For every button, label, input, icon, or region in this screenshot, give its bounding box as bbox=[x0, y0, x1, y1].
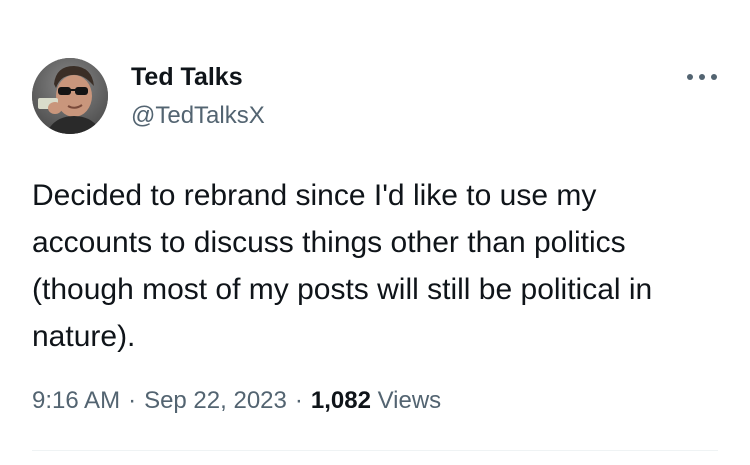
views-count: 1,082 bbox=[310, 387, 371, 414]
more-options-button[interactable] bbox=[682, 62, 722, 92]
profile-photo-icon bbox=[32, 58, 108, 134]
author-avatar[interactable] bbox=[32, 58, 108, 134]
author-display-name[interactable]: Ted Talks bbox=[131, 62, 243, 92]
more-horizontal-icon bbox=[687, 74, 717, 80]
meta-separator: · bbox=[294, 387, 303, 414]
divider bbox=[32, 450, 718, 451]
views-label: Views bbox=[377, 387, 442, 414]
tweet-metadata: 9:16 AM · Sep 22, 2023 · 1,082 Views bbox=[32, 384, 441, 418]
author-handle[interactable]: @TedTalksX bbox=[131, 102, 265, 130]
tweet-time[interactable]: 9:16 AM bbox=[32, 387, 120, 414]
tweet-card: Ted Talks @TedTalksX Decided to rebrand … bbox=[0, 0, 750, 465]
tweet-text: Decided to rebrand since I'd like to use… bbox=[32, 179, 653, 353]
tweet-date[interactable]: Sep 22, 2023 bbox=[144, 387, 287, 414]
meta-separator: · bbox=[128, 387, 137, 414]
